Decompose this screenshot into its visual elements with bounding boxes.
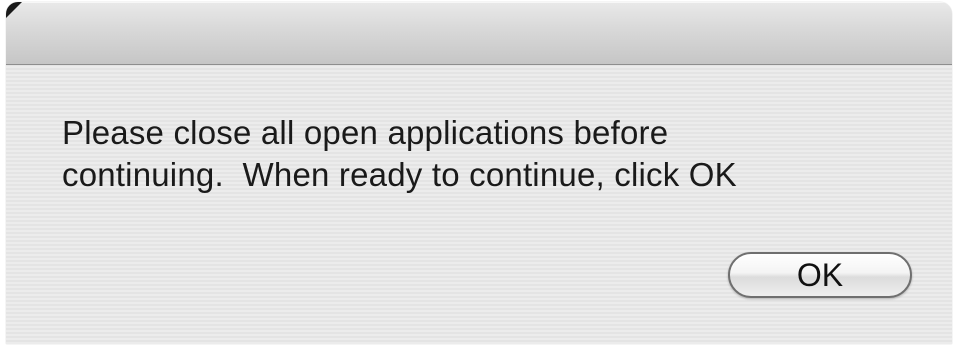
window-corner	[6, 2, 22, 18]
message-line-1: Please close all open applications befor…	[62, 114, 669, 151]
message-line-2: continuing. When ready to continue, clic…	[62, 156, 737, 193]
dialog-titlebar[interactable]	[6, 2, 952, 65]
screen: Please close all open applications befor…	[0, 0, 955, 348]
ok-button[interactable]: OK	[728, 252, 912, 298]
dialog-message: Please close all open applications befor…	[62, 112, 922, 196]
alert-dialog: Please close all open applications befor…	[6, 2, 952, 344]
